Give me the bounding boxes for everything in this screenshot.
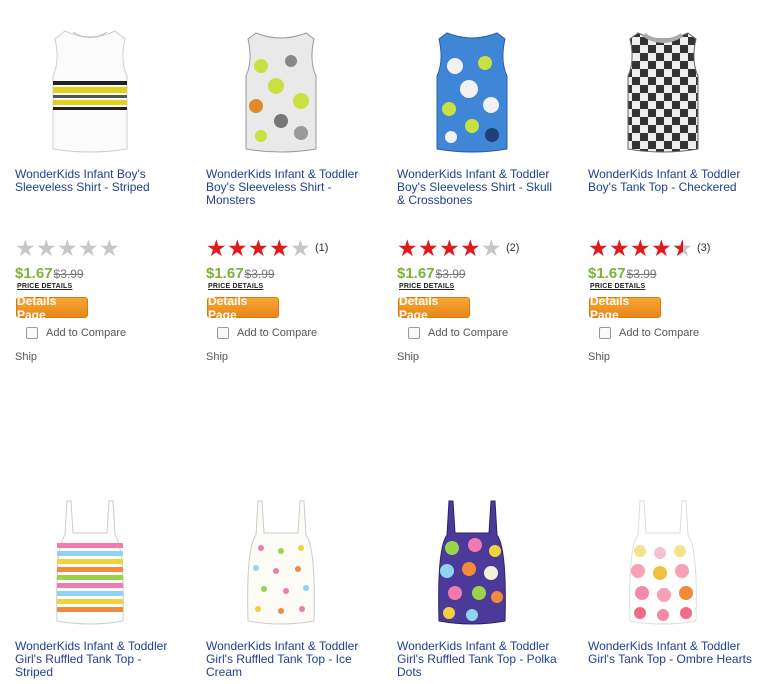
add-to-compare[interactable]: Add to Compare — [26, 327, 126, 339]
compare-checkbox[interactable] — [599, 327, 611, 339]
rating-stars: ★ ★ ★ ★ ★ (2) — [397, 235, 519, 261]
ship-label: Ship — [397, 351, 420, 363]
star-full-icon: ★ — [206, 235, 227, 261]
star-half-icon: ★ ★ — [672, 235, 693, 261]
review-count[interactable]: (3) — [697, 242, 710, 254]
star-full-icon: ★ — [269, 235, 290, 261]
product-title[interactable]: WonderKids Infant & Toddler Girl's Tank … — [588, 640, 753, 666]
star-empty-icon: ★ — [481, 235, 502, 261]
compare-label: Add to Compare — [428, 327, 509, 339]
product-image[interactable] — [608, 493, 718, 633]
sale-price: $1.67 — [397, 265, 435, 282]
product-title[interactable]: WonderKids Infant & Toddler Girl's Ruffl… — [397, 640, 562, 679]
star-full-icon: ★ — [460, 235, 481, 261]
ship-label: Ship — [206, 351, 229, 363]
product-image[interactable] — [35, 493, 145, 633]
product-image[interactable] — [417, 493, 527, 633]
price-details-link[interactable]: PRICE DETAILS — [399, 283, 454, 290]
product-image[interactable] — [417, 21, 527, 161]
star-full-icon: ★ — [439, 235, 460, 261]
price-details-link[interactable]: PRICE DETAILS — [17, 283, 72, 290]
compare-checkbox[interactable] — [217, 327, 229, 339]
star-full-icon: ★ — [397, 235, 418, 261]
sale-price: $1.67 — [206, 265, 244, 282]
compare-label: Add to Compare — [46, 327, 127, 339]
star-empty-icon: ★ — [57, 235, 78, 261]
star-empty-icon: ★ — [36, 235, 57, 261]
add-to-compare[interactable]: Add to Compare — [408, 327, 508, 339]
original-price: $3.99 — [53, 267, 84, 281]
price: $1.67$3.99 — [588, 265, 657, 283]
add-to-compare[interactable]: Add to Compare — [599, 327, 699, 339]
product-title[interactable]: WonderKids Infant & Toddler Girl's Ruffl… — [206, 640, 371, 679]
original-price: $3.99 — [626, 267, 657, 281]
star-full-icon: ★ — [248, 235, 269, 261]
price: $1.67$3.99 — [15, 265, 84, 283]
sale-price: $1.67 — [588, 265, 626, 282]
price-details-link[interactable]: PRICE DETAILS — [208, 283, 263, 290]
price-details-link[interactable]: PRICE DETAILS — [590, 283, 645, 290]
product-image[interactable] — [226, 493, 336, 633]
product-image[interactable] — [226, 21, 336, 161]
compare-checkbox[interactable] — [408, 327, 420, 339]
review-count[interactable]: (2) — [506, 242, 519, 254]
rating-stars: ★ ★ ★ ★ ★ ★ (3) — [588, 235, 710, 261]
review-count[interactable]: (1) — [315, 242, 328, 254]
star-empty-icon: ★ — [15, 235, 36, 261]
ship-label: Ship — [15, 351, 38, 363]
rating-stars: ★ ★ ★ ★ ★ — [15, 235, 120, 261]
product-title[interactable]: WonderKids Infant Boy's Sleeveless Shirt… — [15, 168, 180, 194]
product-image[interactable] — [608, 21, 718, 161]
add-to-compare[interactable]: Add to Compare — [217, 327, 317, 339]
star-full-icon: ★ — [651, 235, 672, 261]
star-empty-icon: ★ — [290, 235, 311, 261]
product-image[interactable] — [35, 21, 145, 161]
product-title[interactable]: WonderKids Infant & Toddler Boy's Tank T… — [588, 168, 753, 194]
details-page-button[interactable]: Details Page — [589, 294, 661, 322]
ship-label: Ship — [588, 351, 611, 363]
star-empty-icon: ★ — [78, 235, 99, 261]
sale-price: $1.67 — [15, 265, 53, 282]
price: $1.67$3.99 — [206, 265, 275, 283]
star-full-icon: ★ — [588, 235, 609, 261]
star-empty-icon: ★ — [99, 235, 120, 261]
details-page-button[interactable]: Details Page — [16, 294, 88, 322]
star-full-icon: ★ — [418, 235, 439, 261]
compare-checkbox[interactable] — [26, 327, 38, 339]
product-title[interactable]: WonderKids Infant & Toddler Girl's Ruffl… — [15, 640, 180, 679]
compare-label: Add to Compare — [237, 327, 318, 339]
original-price: $3.99 — [435, 267, 466, 281]
star-full-icon: ★ — [227, 235, 248, 261]
price: $1.67$3.99 — [397, 265, 466, 283]
rating-stars: ★ ★ ★ ★ ★ (1) — [206, 235, 328, 261]
compare-label: Add to Compare — [619, 327, 700, 339]
product-title[interactable]: WonderKids Infant & Toddler Boy's Sleeve… — [397, 168, 562, 207]
details-page-button[interactable]: Details Page — [398, 294, 470, 322]
original-price: $3.99 — [244, 267, 275, 281]
details-page-button[interactable]: Details Page — [207, 294, 279, 322]
star-full-icon: ★ — [630, 235, 651, 261]
product-title[interactable]: WonderKids Infant & Toddler Boy's Sleeve… — [206, 168, 371, 207]
star-full-icon: ★ — [609, 235, 630, 261]
